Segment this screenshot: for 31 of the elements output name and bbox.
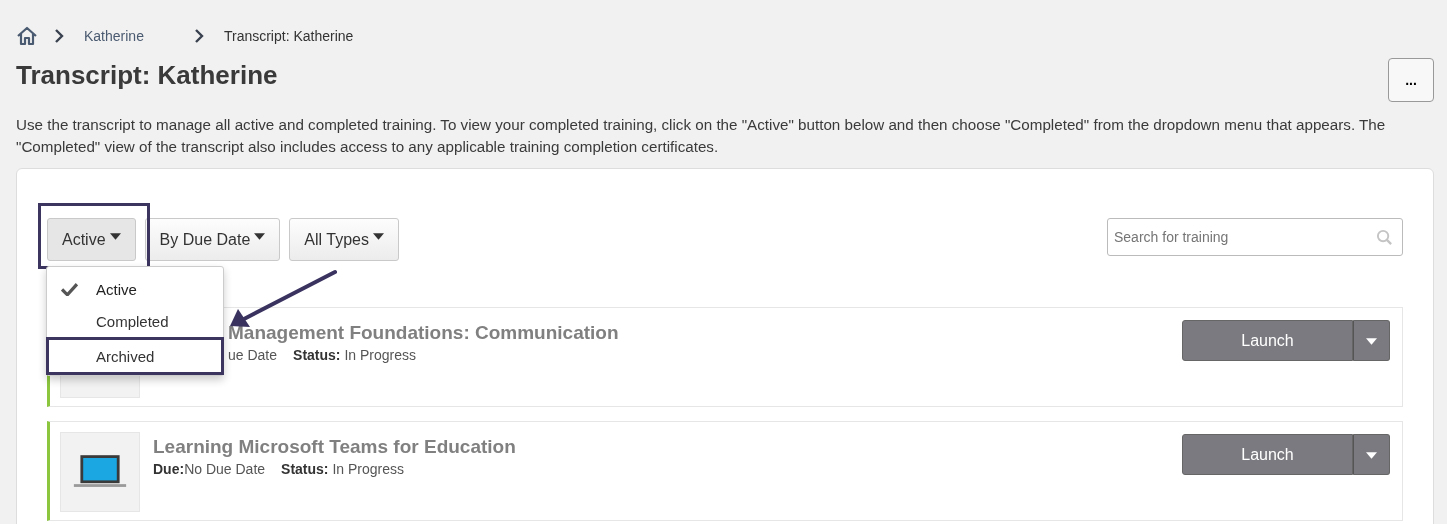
launch-button[interactable]: Launch: [1182, 434, 1353, 475]
description-text: Use the transcript to manage all active and completed training. To view your completed training, click on the "Active" button below and then choose "Completed" from the dropdown menu that appears. The "Completed" view of the transcript also includes access to any applicable training completion certificates.: [16, 115, 1387, 157]
menu-item[interactable]: Archived: [46, 337, 224, 375]
caret-icon: [372, 233, 384, 240]
search-icon: [1376, 229, 1393, 246]
caret-icon: [1366, 338, 1377, 345]
launch-options-button[interactable]: [1353, 434, 1390, 475]
chevron-icon: [193, 28, 204, 44]
chevron-icon: [54, 28, 64, 44]
more-button[interactable]: ...: [1388, 58, 1434, 102]
home-icon[interactable]: [16, 26, 38, 46]
launch-options-button[interactable]: [1353, 320, 1390, 361]
caret-icon: [254, 233, 266, 240]
filter-dropdown[interactable]: All Types: [289, 218, 399, 261]
breadcrumb-link[interactable]: Katherine: [84, 28, 144, 44]
due-date-text: Due:No Due Date: [153, 461, 266, 477]
caret-icon: [1366, 452, 1377, 459]
search-field[interactable]: Search for training: [1107, 218, 1403, 256]
training-title[interactable]: Learning Microsoft Teams for Education: [153, 436, 1182, 458]
menu-item[interactable]: Active: [47, 273, 223, 305]
menu-item[interactable]: Completed: [47, 305, 223, 337]
filter-dropdown[interactable]: Active: [47, 218, 136, 261]
caret-icon: [109, 233, 121, 240]
due-date-text: ue Date: [228, 347, 278, 363]
page-title: Transcript: Katherine: [16, 60, 278, 91]
status-text: Status: In Progress: [281, 461, 404, 477]
status-text: Status: In Progress: [293, 347, 416, 363]
launch-button[interactable]: Launch: [1182, 320, 1353, 361]
breadcrumb-current: Transcript: Katherine: [223, 28, 354, 44]
training-title[interactable]: Management Foundations: Communication: [228, 322, 1182, 344]
filter-dropdown[interactable]: By Due Date: [144, 218, 281, 261]
